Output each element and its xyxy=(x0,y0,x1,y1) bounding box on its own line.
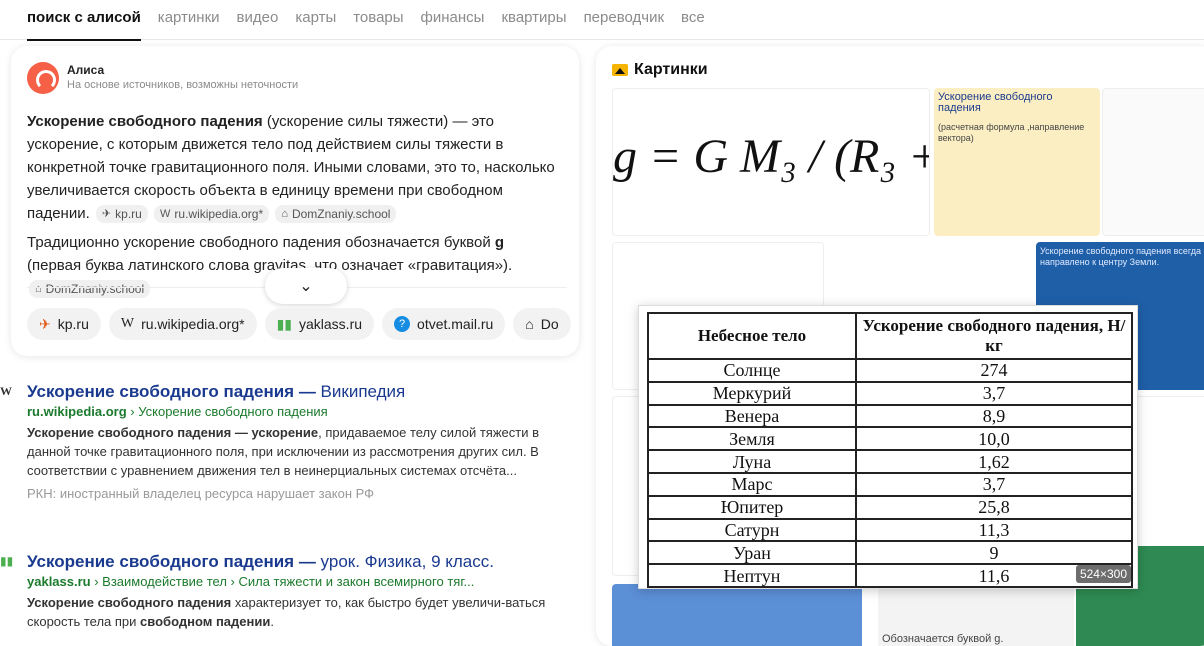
body-name-cell: Юпитер xyxy=(647,494,857,520)
kp-icon: ✈ xyxy=(39,315,51,332)
expand-answer-button[interactable]: ⌄ xyxy=(265,268,347,304)
source-buttons-row: ✈ kp.ru Wru.wikipedia.org* ▮▮ yaklass.ru ?… xyxy=(27,308,575,342)
source-button-wikipedia[interactable]: Wru.wikipedia.org* xyxy=(108,308,257,340)
alice-name: Алиса xyxy=(67,63,105,77)
source-button-domznaniy[interactable]: ⌂ Do xyxy=(513,308,571,340)
body-name-cell: Сатурн xyxy=(647,517,857,543)
table-row: Меркурий 3,7 xyxy=(647,380,1133,406)
source-chip-kp[interactable]: ✈ kp.ru xyxy=(95,205,148,224)
table-header: Ускорение свободного падения, Н/кг xyxy=(855,312,1133,360)
question-icon: ? xyxy=(394,316,411,332)
source-button-otvet[interactable]: ? otvet.mail.ru xyxy=(382,308,506,340)
acceleration-cell: 1,62 xyxy=(855,449,1133,474)
chevron-down-icon: ⌄ xyxy=(299,278,313,295)
table-row: Земля 10,0 xyxy=(647,426,1133,452)
image-thumb-slide[interactable] xyxy=(1102,88,1204,236)
table-row: Венера 8,9 xyxy=(647,403,1133,429)
body-name-cell: Меркурий xyxy=(647,380,857,406)
wikipedia-icon: W xyxy=(120,316,135,331)
body-name-cell: Венера xyxy=(647,403,857,429)
body-name-cell: Марс xyxy=(647,471,857,497)
picture-icon xyxy=(612,64,628,76)
result-snippet: Ускорение свободного падения характеризу… xyxy=(27,595,546,629)
acceleration-cell: 9 xyxy=(855,540,1133,566)
search-tabs: поиск с алисой картинки видео карты това… xyxy=(0,0,1204,41)
source-chip-domznaniy-2[interactable]: ⌂ DomZnaniy.school xyxy=(29,280,151,299)
image-thumb-gray[interactable]: Обозначается буквой g. xyxy=(878,584,1074,646)
table-row: Уран 9 xyxy=(647,540,1133,566)
image-thumb-yellow[interactable]: Ускорение свободного падения (расчетная … xyxy=(934,88,1100,236)
formula-text: g = G M₃ / (R₃ + h)² xyxy=(613,130,929,183)
tab-translator[interactable]: переводчик xyxy=(584,0,664,40)
acceleration-cell: 10,0 xyxy=(855,426,1133,452)
house-icon: ⌂ xyxy=(281,208,288,221)
answer-paragraph-1: Ускорение свободного падения (ускорение … xyxy=(27,113,555,224)
gravity-table: Небесное тело Ускорение свободного паден… xyxy=(647,312,1133,588)
result-title-link[interactable]: Ускорение свободного падения — урок. Физ… xyxy=(27,551,572,573)
alice-answer-card: Алиса На основе источников, возможны нет… xyxy=(11,46,579,356)
tab-video[interactable]: видео xyxy=(237,0,279,40)
tab-alice-search[interactable]: поиск с алисой xyxy=(27,0,141,41)
body-name-cell: Солнце xyxy=(647,358,857,383)
images-heading[interactable]: Картинки xyxy=(612,61,708,79)
table-row: Луна 1,62 xyxy=(647,449,1133,474)
tab-maps[interactable]: карты xyxy=(295,0,336,40)
image-dimensions-badge: 524×300 xyxy=(1075,565,1131,583)
source-chip-domznaniy[interactable]: ⌂ DomZnaniy.school xyxy=(275,205,397,224)
search-result: W Ускорение свободного падения — Википед… xyxy=(0,381,572,501)
acceleration-cell: 25,8 xyxy=(855,494,1133,520)
answer-term: Ускорение свободного падения xyxy=(27,113,263,130)
tab-images[interactable]: картинки xyxy=(158,0,220,40)
acceleration-cell: 8,9 xyxy=(855,403,1133,429)
wikipedia-favicon-icon: W xyxy=(0,384,12,398)
result-url[interactable]: ru.wikipedia.org › Ускорение свободного … xyxy=(27,403,572,421)
tab-products[interactable]: товары xyxy=(353,0,403,40)
tab-finance[interactable]: финансы xyxy=(421,0,485,40)
result-warning-note: РКН: иностранный владелец ресурса наруша… xyxy=(27,486,375,501)
body-name-cell: Земля xyxy=(647,426,857,452)
acceleration-cell: 274 xyxy=(855,358,1133,383)
body-name-cell: Луна xyxy=(647,449,857,474)
acceleration-cell: 3,7 xyxy=(855,471,1133,497)
acceleration-cell: 11,3 xyxy=(855,517,1133,543)
acceleration-cell: 3,7 xyxy=(855,380,1133,406)
kp-icon: ✈ xyxy=(101,208,112,221)
result-snippet: Ускорение свободного падения — ускорение… xyxy=(27,425,539,478)
table-row: Нептун 11,6 xyxy=(647,563,1133,588)
table-row: Марс 3,7 xyxy=(647,471,1133,497)
house-icon: ⌂ xyxy=(525,316,534,332)
alice-disclaimer: На основе источников, возможны неточност… xyxy=(67,79,299,91)
source-button-yaklass[interactable]: ▮▮ yaklass.ru xyxy=(264,308,375,340)
result-title-link[interactable]: Ускорение свободного падения — Википедия xyxy=(27,381,572,403)
image-preview-popup[interactable]: Небесное тело Ускорение свободного паден… xyxy=(638,305,1138,589)
yaklass-favicon-icon: ▮▮ xyxy=(0,554,14,568)
image-thumb-formula[interactable]: g = G M₃ / (R₃ + h)² xyxy=(612,88,930,236)
image-thumb-blue-calc[interactable] xyxy=(612,584,862,646)
house-icon: ⌂ xyxy=(35,283,42,296)
wikipedia-icon: W xyxy=(160,208,171,221)
body-name-cell: Уран xyxy=(647,540,857,566)
source-chip-wikipedia[interactable]: Wru.wikipedia.org* xyxy=(154,205,270,224)
tab-realty[interactable]: квартиры xyxy=(501,0,566,40)
table-row: Солнце 274 xyxy=(647,358,1133,383)
alice-logo-icon xyxy=(27,62,59,94)
table-row: Сатурн 11,3 xyxy=(647,517,1133,543)
table-header: Небесное тело xyxy=(647,312,857,360)
table-row: Юпитер 25,8 xyxy=(647,494,1133,520)
book-icon: ▮▮ xyxy=(276,315,292,332)
tab-all[interactable]: все xyxy=(681,0,705,40)
source-button-kp[interactable]: ✈ kp.ru xyxy=(27,308,101,340)
result-url[interactable]: yaklass.ru › Взаимодействие тел › Сила т… xyxy=(27,573,572,591)
search-result: ▮▮ Ускорение свободного падения — урок. … xyxy=(0,551,572,631)
body-name-cell: Нептун xyxy=(647,563,857,588)
